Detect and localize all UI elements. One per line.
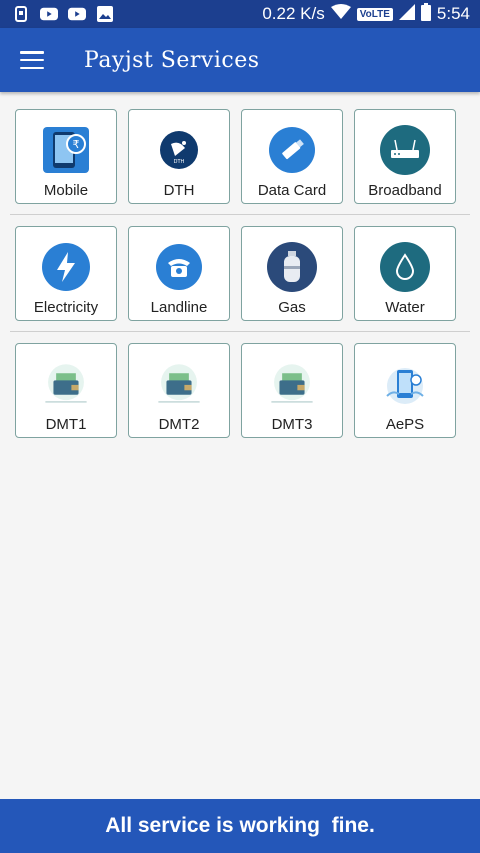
- service-tile-dmt3[interactable]: DMT3: [241, 342, 343, 438]
- service-tile-mobile[interactable]: ₹ Mobile: [15, 108, 117, 204]
- service-label: AePS: [385, 415, 425, 433]
- service-tile-electricity[interactable]: Electricity: [15, 225, 117, 321]
- services-grid: ₹ Mobile DTH DTH Data Card Broadband Ele…: [10, 106, 470, 440]
- telephone-icon: [153, 241, 205, 293]
- row-divider: [10, 214, 470, 215]
- services-row: ₹ Mobile DTH DTH Data Card Broadband: [10, 106, 470, 206]
- services-row: DMT1 DMT2 DMT3 AePS: [10, 340, 470, 440]
- phone-notification-icon: [12, 6, 30, 22]
- wifi-icon: [330, 3, 351, 25]
- youtube-icon: [68, 6, 86, 22]
- lightning-icon: [40, 241, 92, 293]
- service-tile-dmt2[interactable]: DMT2: [128, 342, 230, 438]
- footer-message: All service is working fine.: [105, 814, 375, 837]
- service-label: Broadband: [368, 181, 442, 199]
- service-tile-broadband[interactable]: Broadband: [354, 108, 456, 204]
- mobile-recharge-icon: ₹: [40, 124, 92, 176]
- service-tile-aeps[interactable]: AePS: [354, 342, 456, 438]
- service-label: Gas: [278, 298, 306, 316]
- volte-label: VoLTE: [359, 8, 390, 20]
- svg-text:DTH: DTH: [174, 159, 185, 165]
- service-tile-landline[interactable]: Landline: [128, 225, 230, 321]
- money-wallet-icon: [153, 358, 205, 410]
- aeps-fingerprint-icon: [379, 358, 431, 410]
- app-toolbar: Payjst Services: [0, 28, 480, 92]
- services-row: Electricity Landline Gas Water: [10, 223, 470, 323]
- water-drop-icon: [379, 241, 431, 293]
- service-label: DTH: [163, 181, 195, 199]
- usb-datacard-icon: [266, 124, 318, 176]
- service-label: Data Card: [257, 181, 327, 199]
- row-divider: [10, 331, 470, 332]
- service-tile-dmt1[interactable]: DMT1: [15, 342, 117, 438]
- service-label: Mobile: [43, 181, 89, 199]
- clock: 5:54: [436, 4, 470, 23]
- page-title: Payjst Services: [84, 47, 260, 73]
- status-footer: All service is working fine.: [0, 799, 480, 853]
- gas-cylinder-icon: [266, 241, 318, 293]
- network-speed: 0.22 K/s: [262, 4, 325, 23]
- money-wallet-icon: [266, 358, 318, 410]
- service-tile-water[interactable]: Water: [354, 225, 456, 321]
- service-label: DMT3: [271, 415, 313, 433]
- signal-icon: [398, 3, 415, 25]
- service-label: Electricity: [33, 298, 99, 316]
- money-wallet-icon: [40, 358, 92, 410]
- service-label: Landline: [150, 298, 208, 316]
- svg-text:₹: ₹: [73, 138, 80, 151]
- hamburger-menu-icon[interactable]: [20, 51, 44, 69]
- volte-icon: VoLTE: [356, 7, 393, 21]
- service-label: DMT2: [158, 415, 200, 433]
- service-tile-gas[interactable]: Gas: [241, 225, 343, 321]
- service-tile-datacard[interactable]: Data Card: [241, 108, 343, 204]
- service-label: Water: [385, 298, 425, 316]
- service-label: DMT1: [45, 415, 87, 433]
- service-tile-dth[interactable]: DTH DTH: [128, 108, 230, 204]
- router-icon: [379, 124, 431, 176]
- battery-icon: [420, 2, 431, 26]
- youtube-icon: [40, 6, 58, 22]
- image-icon: [96, 6, 114, 22]
- status-bar: 0.22 K/s VoLTE 5:54: [0, 0, 480, 28]
- dth-dish-icon: DTH: [153, 124, 205, 176]
